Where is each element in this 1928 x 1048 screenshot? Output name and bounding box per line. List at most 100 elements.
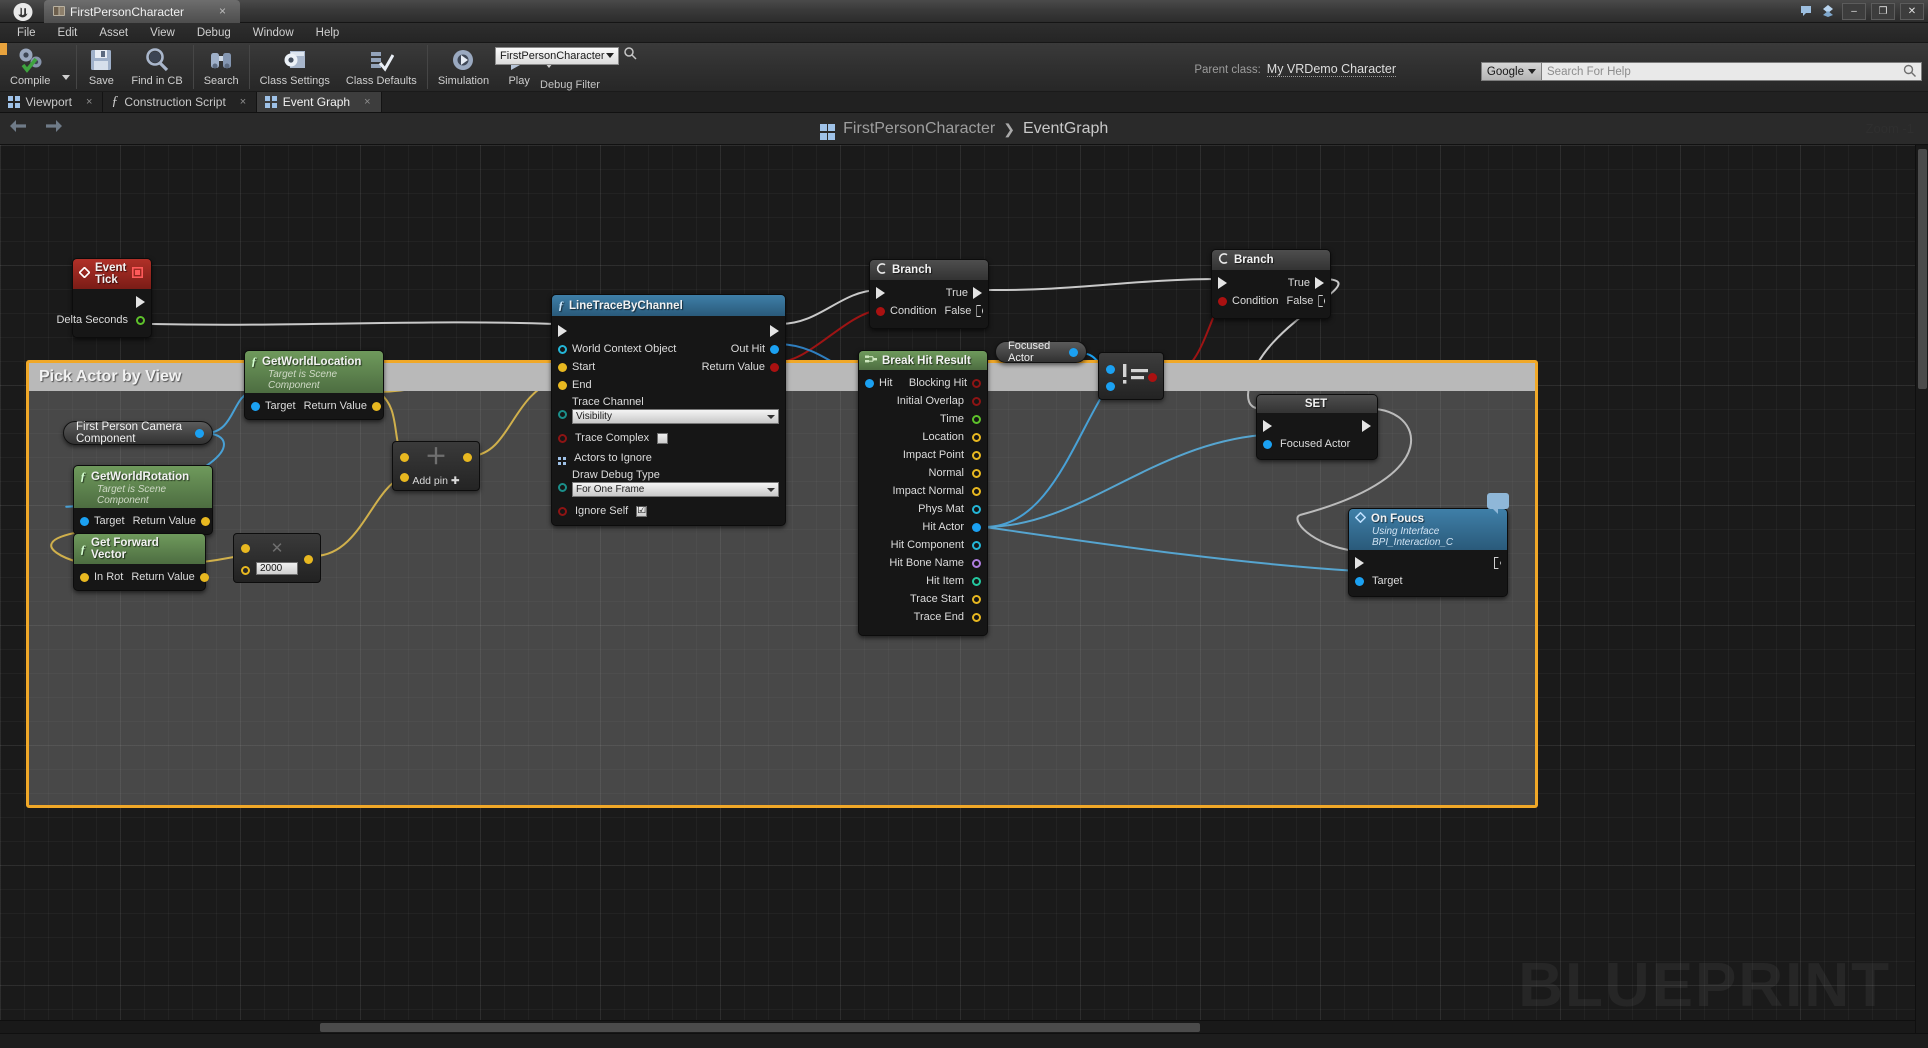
delete-pin-icon[interactable] <box>132 267 143 281</box>
layers-icon[interactable] <box>1819 2 1837 20</box>
return-value-out-pin[interactable] <box>200 516 210 526</box>
minimize-button[interactable]: – <box>1842 2 1866 20</box>
document-tab-firstpersoncharacter[interactable]: FirstPersonCharacter × <box>44 0 240 23</box>
return-value-out-pin[interactable] <box>199 572 209 582</box>
close-icon[interactable]: × <box>86 96 92 108</box>
tab-viewport[interactable]: Viewport × <box>0 92 104 112</box>
node-set-focused-actor[interactable]: SET Focused Actor <box>1256 394 1378 460</box>
node-break-hit-result[interactable]: Break Hit Result Hit Blocking Hit Initia… <box>858 350 988 636</box>
feedback-icon[interactable] <box>1797 2 1815 20</box>
delta-seconds-out-pin[interactable] <box>136 315 145 325</box>
not-equal-in-b-pin[interactable] <box>1106 382 1115 391</box>
node-branch-1[interactable]: Branch True Condition False <box>869 259 989 329</box>
close-button[interactable]: ✕ <box>1900 2 1924 20</box>
exec-out-pin[interactable] <box>136 296 145 308</box>
not-equal-in-a-pin[interactable] <box>1106 365 1115 374</box>
time-out-pin[interactable] <box>972 414 981 424</box>
false-exec-out-pin[interactable] <box>1318 295 1326 307</box>
node-add[interactable]: ＋ Add pin ✚ <box>392 441 480 491</box>
add-out-pin[interactable] <box>463 453 472 462</box>
return-value-out-pin[interactable] <box>770 362 779 372</box>
node-line-trace-by-channel[interactable]: ƒ LineTraceByChannel World Context Objec… <box>551 294 786 526</box>
hit-bone-name-out-pin[interactable] <box>972 558 981 568</box>
target-in-pin[interactable] <box>251 401 260 411</box>
node-get-world-location[interactable]: ƒ GetWorldLocation Target is Scene Compo… <box>244 350 384 420</box>
exec-in-pin[interactable] <box>558 325 567 337</box>
condition-in-pin[interactable] <box>1218 296 1227 306</box>
in-rot-pin[interactable] <box>80 572 89 582</box>
hit-item-out-pin[interactable] <box>972 576 981 586</box>
node-not-equal[interactable] <box>1098 352 1164 400</box>
exec-in-pin[interactable] <box>876 287 885 299</box>
search-provider-dropdown[interactable]: Google <box>1480 62 1542 81</box>
target-in-pin[interactable] <box>80 516 89 526</box>
compile-options-dropdown[interactable] <box>58 43 74 91</box>
breadcrumb-root[interactable]: FirstPersonCharacter <box>843 120 995 138</box>
debug-filter-select[interactable]: FirstPersonCharacter <box>495 46 619 65</box>
multiply-literal-input[interactable]: 2000 <box>256 562 298 575</box>
true-exec-out-pin[interactable] <box>973 287 982 299</box>
exec-in-pin[interactable] <box>1263 420 1272 432</box>
multiply-out-pin[interactable] <box>304 555 313 564</box>
debug-filter-search-icon[interactable] <box>623 46 637 65</box>
close-icon[interactable]: × <box>240 96 246 108</box>
impact-point-out-pin[interactable] <box>972 450 981 460</box>
impact-normal-out-pin[interactable] <box>972 486 981 496</box>
end-in-pin[interactable] <box>558 380 567 390</box>
parent-class-link[interactable]: My VRDemo Character <box>1266 62 1396 77</box>
location-out-pin[interactable] <box>972 432 981 442</box>
search-help-input[interactable]: Search For Help <box>1542 62 1922 81</box>
exec-out-pin[interactable] <box>1494 557 1501 569</box>
class-defaults-button[interactable]: Class Defaults <box>338 43 425 91</box>
initial-overlap-out-pin[interactable] <box>972 396 981 406</box>
normal-out-pin[interactable] <box>972 468 981 478</box>
hit-component-out-pin[interactable] <box>972 540 981 550</box>
multiply-in-a-pin[interactable] <box>241 544 250 553</box>
ignore-self-in-pin[interactable] <box>558 506 567 516</box>
menu-asset[interactable]: Asset <box>88 25 139 41</box>
node-branch-2[interactable]: Branch True Condition False <box>1211 249 1331 319</box>
tab-construction-script[interactable]: ƒ Construction Script × <box>103 92 258 112</box>
trace-channel-select[interactable]: Visibility <box>572 409 779 424</box>
tab-event-graph[interactable]: Event Graph × <box>257 92 382 112</box>
trace-complex-in-pin[interactable] <box>558 433 567 443</box>
false-exec-out-pin[interactable] <box>976 305 984 317</box>
focused-actor-in-pin[interactable] <box>1263 439 1272 449</box>
add-in-a-pin[interactable] <box>400 453 409 462</box>
menu-help[interactable]: Help <box>305 25 351 41</box>
exec-in-pin[interactable] <box>1218 277 1227 289</box>
simulation-button[interactable]: Simulation <box>430 43 497 91</box>
add-pin-label[interactable]: Add pin ✚ <box>393 475 479 487</box>
menu-edit[interactable]: Edit <box>47 25 89 41</box>
world-context-object-in-pin[interactable] <box>558 344 567 354</box>
multiply-in-b-pin[interactable] <box>241 566 250 575</box>
menu-file[interactable]: File <box>6 25 47 41</box>
find-in-cb-button[interactable]: Find in CB <box>123 43 190 91</box>
start-in-pin[interactable] <box>558 362 567 372</box>
phys-mat-out-pin[interactable] <box>972 504 981 514</box>
exec-in-pin[interactable] <box>1355 557 1364 569</box>
focused-actor-out-pin[interactable] <box>1069 347 1078 357</box>
node-first-person-camera-component[interactable]: First Person Camera Component <box>63 421 213 445</box>
hit-actor-out-pin[interactable] <box>972 522 981 532</box>
draw-debug-type-in-pin[interactable] <box>558 483 567 492</box>
trace-end-out-pin[interactable] <box>972 612 981 622</box>
blueprint-graph-canvas[interactable]: Pick Actor by View Event Tick Delta Seco… <box>0 145 1915 1033</box>
out-hit-pin[interactable] <box>770 344 779 354</box>
exec-out-pin[interactable] <box>770 325 779 337</box>
class-settings-button[interactable]: Class Settings <box>252 43 338 91</box>
blocking-hit-out-pin[interactable] <box>972 378 981 388</box>
menu-window[interactable]: Window <box>242 25 305 41</box>
node-multiply[interactable]: ✕ 2000 <box>233 533 321 583</box>
hit-in-pin[interactable] <box>865 378 874 388</box>
close-icon[interactable]: × <box>364 96 370 108</box>
true-exec-out-pin[interactable] <box>1315 277 1324 289</box>
trace-channel-in-pin[interactable] <box>558 410 567 419</box>
search-button[interactable]: Search <box>196 43 247 91</box>
array-pin-icon[interactable] <box>558 451 567 465</box>
node-focused-actor-get[interactable]: Focused Actor <box>995 340 1087 364</box>
horizontal-scrollbar-thumb[interactable] <box>320 1023 1200 1032</box>
trace-start-out-pin[interactable] <box>972 594 981 604</box>
draw-debug-type-select[interactable]: For One Frame <box>572 482 779 497</box>
node-on-focus[interactable]: On Foucs Using Interface BPI_Interaction… <box>1348 493 1509 597</box>
